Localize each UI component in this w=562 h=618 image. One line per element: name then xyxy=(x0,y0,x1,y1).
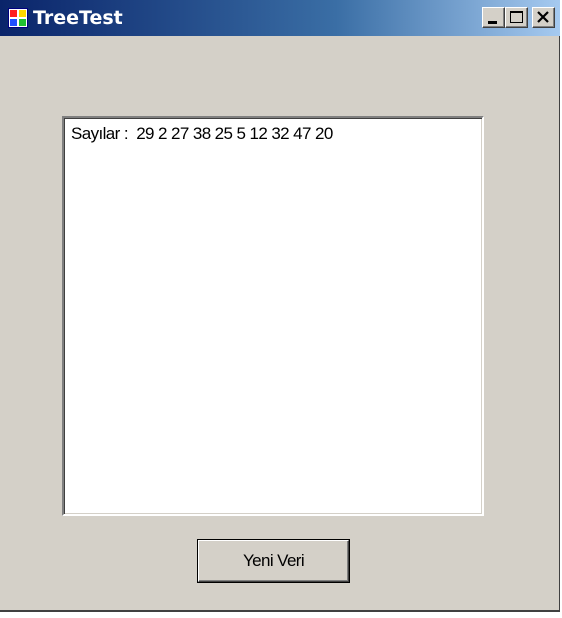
window-title: TreeTest xyxy=(33,7,123,29)
maximize-button[interactable] xyxy=(505,7,528,28)
list-item[interactable]: Sayılar : 29 2 27 38 25 5 12 32 47 20 xyxy=(71,124,333,144)
numbers-listbox[interactable]: Sayılar : 29 2 27 38 25 5 12 32 47 20 xyxy=(62,116,484,516)
main-window: TreeTest Sayılar : 29 2 27 38 25 5 12 32… xyxy=(0,0,560,612)
minimize-icon xyxy=(488,21,497,24)
close-icon xyxy=(537,11,549,23)
minimize-button[interactable] xyxy=(482,7,505,28)
application-icon[interactable] xyxy=(8,8,28,28)
maximize-icon xyxy=(510,11,523,23)
close-button[interactable] xyxy=(532,7,555,28)
title-bar[interactable]: TreeTest xyxy=(0,0,560,36)
new-data-button[interactable]: Yeni Veri xyxy=(198,540,349,582)
